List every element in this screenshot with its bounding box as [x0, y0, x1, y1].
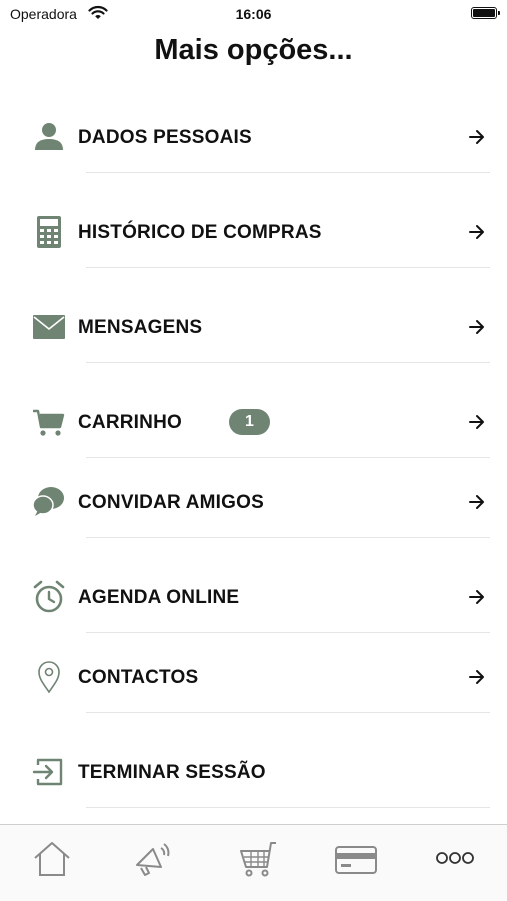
page-title: Mais opções...	[154, 34, 353, 66]
arrow-right-icon	[468, 319, 486, 335]
logout-icon	[32, 755, 66, 789]
more-icon[interactable]	[433, 839, 477, 879]
menu-item-label: MENSAGENS	[78, 317, 203, 338]
menu-item-label: TERMINAR SESSÃO	[78, 762, 266, 783]
menu-item-label: CARRINHO	[78, 412, 182, 433]
status-time: 16:06	[235, 6, 272, 22]
location-pin-icon	[32, 660, 66, 694]
menu-item-agenda-online[interactable]: AGENDA ONLINE	[0, 568, 507, 633]
arrow-right-icon	[468, 224, 486, 240]
megaphone-icon[interactable]	[131, 839, 175, 879]
arrow-right-icon	[468, 414, 486, 430]
status-bar: Operadora 16:06	[0, 0, 507, 28]
cart-icon	[32, 405, 66, 439]
arrow-right-icon	[468, 129, 486, 145]
home-icon[interactable]	[30, 839, 74, 879]
divider	[86, 362, 490, 363]
envelope-icon	[32, 310, 66, 344]
menu-item-label: CONTACTOS	[78, 667, 199, 688]
arrow-right-icon	[468, 669, 486, 685]
credit-card-icon[interactable]	[334, 839, 378, 879]
tab-bar	[0, 824, 507, 901]
alarm-clock-icon	[32, 580, 66, 614]
shopping-cart-icon[interactable]	[236, 839, 280, 879]
divider	[86, 267, 490, 268]
divider	[86, 632, 490, 633]
menu-item-terminar-sessao[interactable]: TERMINAR SESSÃO	[0, 743, 507, 808]
divider	[86, 807, 490, 808]
divider	[86, 457, 490, 458]
menu-item-label: AGENDA ONLINE	[78, 587, 240, 608]
divider	[86, 537, 490, 538]
menu-item-contactos[interactable]: CONTACTOS	[0, 648, 507, 713]
menu-item-mensagens[interactable]: MENSAGENS	[0, 298, 507, 363]
calculator-icon	[32, 215, 66, 249]
divider	[86, 172, 490, 173]
menu-item-label: HISTÓRICO DE COMPRAS	[78, 222, 322, 243]
cart-count-badge: 1	[229, 409, 270, 435]
person-icon	[32, 120, 66, 154]
arrow-right-icon	[468, 494, 486, 510]
divider	[86, 712, 490, 713]
arrow-right-icon	[468, 589, 486, 605]
menu-item-convidar-amigos[interactable]: CONVIDAR AMIGOS	[0, 473, 507, 538]
menu-item-label: CONVIDAR AMIGOS	[78, 492, 264, 513]
chat-bubbles-icon	[32, 485, 66, 519]
menu-item-dados-pessoais[interactable]: DADOS PESSOAIS	[0, 108, 507, 173]
menu-item-carrinho[interactable]: CARRINHO 1	[0, 393, 507, 458]
menu-item-historico-de-compras[interactable]: HISTÓRICO DE COMPRAS	[0, 203, 507, 268]
menu-item-label: DADOS PESSOAIS	[78, 127, 252, 148]
battery-icon	[471, 7, 500, 19]
